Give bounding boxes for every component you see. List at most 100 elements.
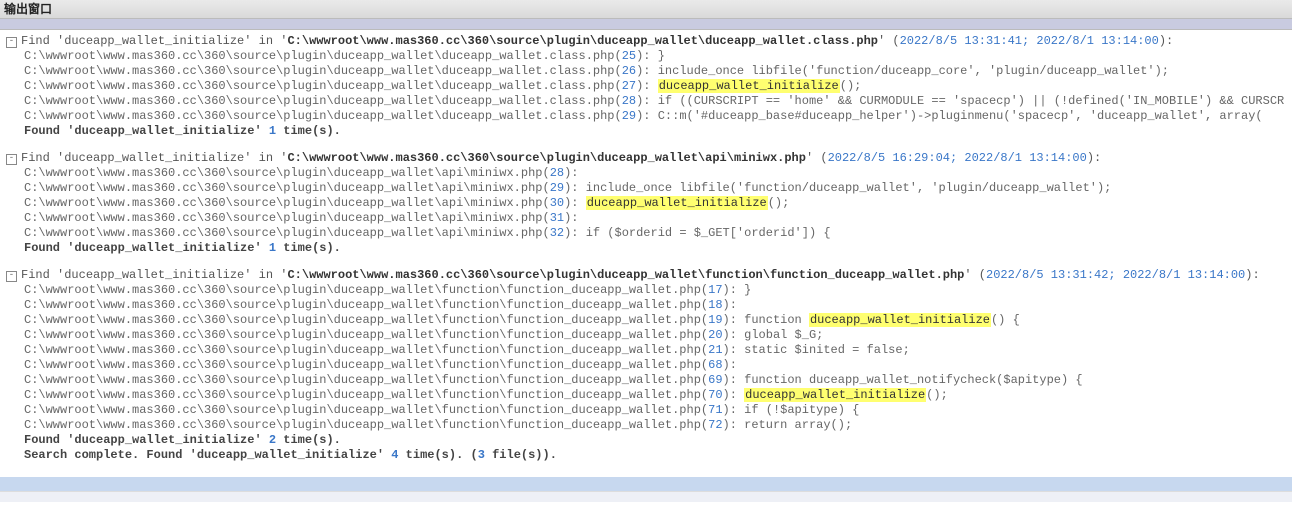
- match-row[interactable]: C:\wwwroot\www.mas360.cc\360\source\plug…: [6, 313, 1292, 328]
- code-before: include_once libfile('function/duceapp_c…: [651, 64, 1169, 78]
- found-prefix: Found ': [24, 124, 74, 138]
- match-sep: ):: [636, 109, 650, 123]
- find-term: duceapp_wallet_initialize: [64, 268, 244, 282]
- match-path: C:\wwwroot\www.mas360.cc\360\source\plug…: [24, 403, 708, 417]
- match-sep: ):: [564, 196, 578, 210]
- match-row[interactable]: C:\wwwroot\www.mas360.cc\360\source\plug…: [6, 211, 1292, 226]
- match-sep: ):: [723, 313, 737, 327]
- match-sep: ):: [723, 403, 737, 417]
- match-line-number: 26: [622, 64, 636, 78]
- find-path: C:\wwwroot\www.mas360.cc\360\source\plug…: [287, 268, 964, 282]
- sc-mid1: ': [377, 448, 391, 462]
- match-path: C:\wwwroot\www.mas360.cc\360\source\plug…: [24, 313, 708, 327]
- match-row[interactable]: C:\wwwroot\www.mas360.cc\360\source\plug…: [6, 79, 1292, 94]
- match-row[interactable]: C:\wwwroot\www.mas360.cc\360\source\plug…: [6, 388, 1292, 403]
- find-mid: ' in ': [244, 268, 287, 282]
- code-before: static $inited = false;: [737, 343, 910, 357]
- code-before: global $_G;: [737, 328, 823, 342]
- match-row[interactable]: C:\wwwroot\www.mas360.cc\360\source\plug…: [6, 328, 1292, 343]
- bottom-band: [0, 491, 1292, 502]
- match-row[interactable]: C:\wwwroot\www.mas360.cc\360\source\plug…: [6, 64, 1292, 79]
- match-line-number: 18: [708, 298, 722, 312]
- code-before: [579, 196, 586, 210]
- code-before: C::m('#duceapp_base#duceapp_helper')->pl…: [651, 109, 1263, 123]
- find-close: ):: [1245, 268, 1259, 282]
- found-prefix: Found ': [24, 241, 74, 255]
- find-suffix: ' (: [878, 34, 900, 48]
- toggle-icon[interactable]: -: [6, 154, 17, 165]
- found-summary: Found 'duceapp_wallet_initialize' 2 time…: [6, 433, 1292, 448]
- match-line-number: 68: [708, 358, 722, 372]
- find-header: -Find 'duceapp_wallet_initialize' in 'C:…: [6, 34, 1292, 49]
- selection-bar: [0, 477, 1292, 491]
- match-row[interactable]: C:\wwwroot\www.mas360.cc\360\source\plug…: [6, 49, 1292, 64]
- match-line-number: 28: [550, 166, 564, 180]
- sc-files: 3: [478, 448, 485, 462]
- toggle-icon[interactable]: -: [6, 37, 17, 48]
- match-line-number: 71: [708, 403, 722, 417]
- match-sep: ):: [723, 418, 737, 432]
- match-path: C:\wwwroot\www.mas360.cc\360\source\plug…: [24, 418, 708, 432]
- find-prefix: Find ': [21, 268, 64, 282]
- match-row[interactable]: C:\wwwroot\www.mas360.cc\360\source\plug…: [6, 373, 1292, 388]
- found-term: duceapp_wallet_initialize: [74, 241, 254, 255]
- match-row[interactable]: C:\wwwroot\www.mas360.cc\360\source\plug…: [6, 283, 1292, 298]
- match-row[interactable]: C:\wwwroot\www.mas360.cc\360\source\plug…: [6, 109, 1292, 124]
- match-line-number: 69: [708, 373, 722, 387]
- output-content: -Find 'duceapp_wallet_initialize' in 'C:…: [0, 30, 1292, 475]
- find-prefix: Find ': [21, 34, 64, 48]
- sc-term: duceapp_wallet_initialize: [197, 448, 377, 462]
- match-row[interactable]: C:\wwwroot\www.mas360.cc\360\source\plug…: [6, 226, 1292, 241]
- match-sep: ):: [636, 64, 650, 78]
- match-sep: ):: [723, 298, 737, 312]
- match-row[interactable]: C:\wwwroot\www.mas360.cc\360\source\plug…: [6, 196, 1292, 211]
- match-line-number: 17: [708, 283, 722, 297]
- match-sep: ):: [723, 283, 737, 297]
- match-path: C:\wwwroot\www.mas360.cc\360\source\plug…: [24, 226, 550, 240]
- match-sep: ):: [723, 328, 737, 342]
- toggle-icon[interactable]: -: [6, 271, 17, 282]
- find-prefix: Find ': [21, 151, 64, 165]
- find-suffix: ' (: [964, 268, 986, 282]
- sc-mid2: time(s). (: [398, 448, 477, 462]
- found-count: 1: [269, 241, 276, 255]
- match-sep: ):: [564, 181, 578, 195]
- match-path: C:\wwwroot\www.mas360.cc\360\source\plug…: [24, 343, 708, 357]
- find-mid: ' in ': [244, 34, 287, 48]
- match-path: C:\wwwroot\www.mas360.cc\360\source\plug…: [24, 358, 708, 372]
- found-term: duceapp_wallet_initialize: [74, 433, 254, 447]
- match-row[interactable]: C:\wwwroot\www.mas360.cc\360\source\plug…: [6, 94, 1292, 109]
- find-term: duceapp_wallet_initialize: [64, 151, 244, 165]
- find-close: ):: [1159, 34, 1173, 48]
- match-row[interactable]: C:\wwwroot\www.mas360.cc\360\source\plug…: [6, 343, 1292, 358]
- match-row[interactable]: C:\wwwroot\www.mas360.cc\360\source\plug…: [6, 358, 1292, 373]
- match-line-number: 29: [622, 109, 636, 123]
- found-term: duceapp_wallet_initialize: [74, 124, 254, 138]
- match-path: C:\wwwroot\www.mas360.cc\360\source\plug…: [24, 49, 622, 63]
- match-line-number: 25: [622, 49, 636, 63]
- match-row[interactable]: C:\wwwroot\www.mas360.cc\360\source\plug…: [6, 298, 1292, 313]
- match-row[interactable]: C:\wwwroot\www.mas360.cc\360\source\plug…: [6, 166, 1292, 181]
- output-window-title: 输出窗口: [0, 0, 1292, 19]
- match-line-number: 31: [550, 211, 564, 225]
- found-prefix: Found ': [24, 433, 74, 447]
- find-suffix: ' (: [806, 151, 828, 165]
- code-before: if ((CURSCRIPT == 'home' && CURMODULE ==…: [651, 94, 1285, 108]
- found-summary: Found 'duceapp_wallet_initialize' 1 time…: [6, 241, 1292, 256]
- match-path: C:\wwwroot\www.mas360.cc\360\source\plug…: [24, 211, 550, 225]
- match-line-number: 32: [550, 226, 564, 240]
- found-suffix: time(s).: [276, 241, 341, 255]
- match-line-number: 30: [550, 196, 564, 210]
- match-row[interactable]: C:\wwwroot\www.mas360.cc\360\source\plug…: [6, 403, 1292, 418]
- code-before: if (!$apitype) {: [737, 403, 859, 417]
- match-row[interactable]: C:\wwwroot\www.mas360.cc\360\source\plug…: [6, 181, 1292, 196]
- match-row[interactable]: C:\wwwroot\www.mas360.cc\360\source\plug…: [6, 418, 1292, 433]
- code-before: [651, 79, 658, 93]
- code-after: ();: [768, 196, 790, 210]
- match-sep: ):: [564, 211, 578, 225]
- find-term: duceapp_wallet_initialize: [64, 34, 244, 48]
- match-line-number: 72: [708, 418, 722, 432]
- find-path: C:\wwwroot\www.mas360.cc\360\source\plug…: [287, 34, 878, 48]
- find-header: -Find 'duceapp_wallet_initialize' in 'C:…: [6, 268, 1292, 283]
- sc-suffix: file(s)).: [485, 448, 557, 462]
